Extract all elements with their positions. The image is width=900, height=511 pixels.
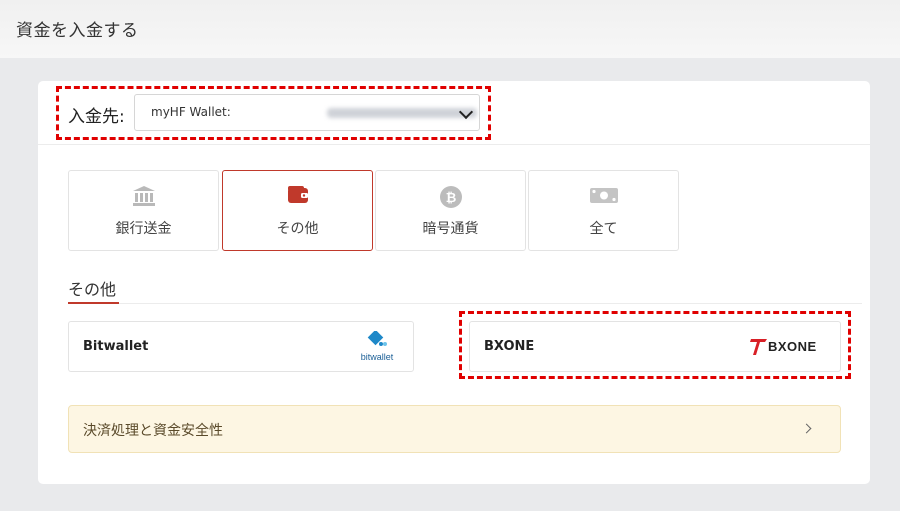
section-active-underline [68,302,119,304]
bxone-highlight-frame [459,311,851,379]
destination-row: 入金先: myHF Wallet: [38,81,870,145]
destination-highlight-frame [56,86,491,140]
category-all[interactable]: 全て [528,170,679,251]
category-other[interactable]: その他 [222,170,373,251]
category-label: その他 [276,221,319,237]
category-label: 銀行送金 [115,221,172,237]
deposit-card: 入金先: myHF Wallet: 銀行送金 その他 ₿ 暗号通貨 全て その他… [38,81,870,484]
section-divider [68,303,862,304]
category-crypto[interactable]: ₿ 暗号通貨 [375,170,526,251]
wallet-icon [287,186,308,203]
payment-method-bitwallet[interactable]: Bitwallet bitwallet [68,321,414,372]
chevron-right-icon [801,423,812,434]
svg-text:₿: ₿ [445,191,456,206]
bitwallet-logo: bitwallet [355,331,399,365]
bitwallet-logo-text: bitwallet [360,352,394,362]
cash-icon [589,188,618,203]
category-bank-transfer[interactable]: 銀行送金 [68,170,219,251]
category-label: 全て [589,221,618,237]
section-title: その他 [68,280,117,299]
bank-icon [132,186,155,206]
security-notice[interactable]: 決済処理と資金安全性 [68,405,841,453]
category-label: 暗号通貨 [422,221,479,237]
payment-method-name: Bitwallet [83,339,149,354]
notice-text: 決済処理と資金安全性 [83,423,223,439]
header-bar: 資金を入金する [0,0,900,58]
bitwallet-logo-icon [367,331,387,346]
page-title: 資金を入金する [16,21,139,41]
bitcoin-icon: ₿ [439,186,462,208]
